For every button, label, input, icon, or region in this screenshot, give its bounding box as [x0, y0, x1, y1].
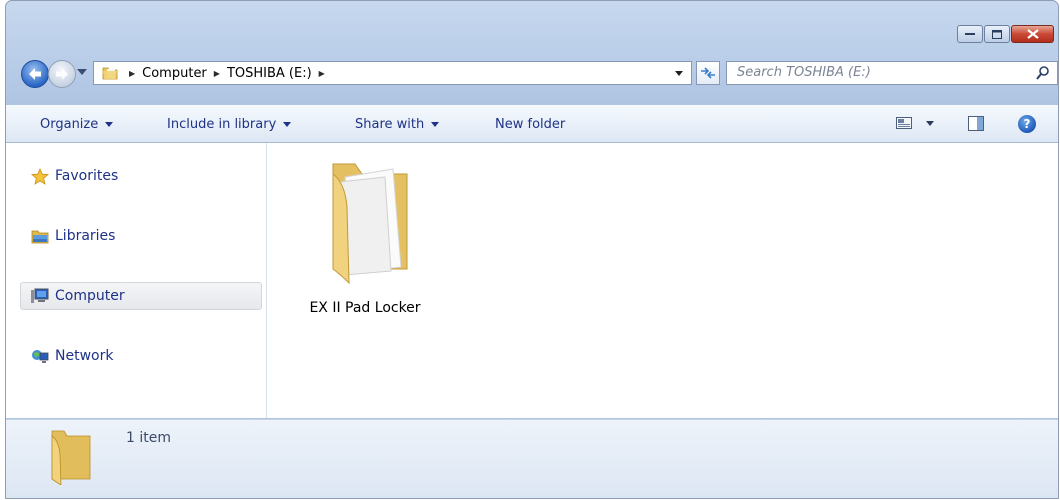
- folder-icon: [51, 430, 91, 485]
- back-arrow-icon: [29, 68, 41, 80]
- close-icon: [1026, 29, 1039, 39]
- include-in-library-label: Include in library: [167, 117, 277, 132]
- maximize-button[interactable]: [984, 25, 1010, 43]
- caption-buttons: [956, 25, 1054, 43]
- breadcrumb-separator-icon[interactable]: ▶: [214, 69, 220, 78]
- search-icon[interactable]: [1035, 65, 1051, 81]
- refresh-button[interactable]: [696, 61, 720, 85]
- new-folder-button[interactable]: New folder: [495, 117, 565, 132]
- view-icon: [896, 117, 912, 129]
- network-icon: [32, 350, 49, 363]
- nav-label-favorites: Favorites: [55, 168, 119, 184]
- search-placeholder: Search TOSHIBA (E:): [737, 65, 871, 80]
- nav-label-network: Network: [55, 348, 114, 364]
- share-with-label: Share with: [355, 117, 425, 132]
- nav-item-favorites[interactable]: Favorites: [20, 162, 262, 190]
- libraries-icon: [31, 230, 49, 244]
- share-with-button[interactable]: Share with: [355, 117, 440, 132]
- preview-pane-icon: [968, 116, 984, 131]
- chevron-down-icon: [283, 122, 292, 127]
- help-icon: ?: [1023, 117, 1031, 131]
- nav-label-libraries: Libraries: [55, 228, 116, 244]
- nav-label-computer: Computer: [55, 288, 125, 304]
- breadcrumb-drive[interactable]: TOSHIBA (E:): [227, 66, 312, 81]
- breadcrumb-separator-icon[interactable]: ▶: [129, 69, 135, 78]
- organize-label: Organize: [40, 117, 99, 132]
- minimize-button[interactable]: [957, 25, 983, 43]
- breadcrumb-separator-icon[interactable]: ▶: [319, 69, 325, 78]
- navigation-pane: Favorites Libraries Computer Network: [6, 143, 267, 418]
- minimize-icon: [965, 33, 975, 35]
- folder-icon: [332, 163, 408, 285]
- star-icon: [31, 167, 49, 185]
- change-view-button[interactable]: [896, 117, 934, 129]
- chevron-down-icon: [431, 122, 440, 127]
- breadcrumb-computer[interactable]: Computer: [142, 66, 207, 81]
- forward-arrow-icon: [56, 68, 68, 80]
- maximize-icon: [992, 29, 1002, 39]
- details-pane: 1 item: [6, 419, 1058, 498]
- folder-icon: [102, 67, 118, 80]
- nav-item-network[interactable]: Network: [20, 342, 262, 370]
- chevron-down-icon: [926, 120, 934, 126]
- computer-icon: [31, 288, 49, 303]
- refresh-icon: [701, 67, 715, 79]
- address-bar[interactable]: ▶ Computer ▶ TOSHIBA (E:) ▶: [93, 61, 692, 85]
- help-button[interactable]: ?: [1018, 115, 1036, 133]
- folder-label: EX II Pad Locker: [309, 300, 421, 316]
- file-list: EX II Pad Locker: [267, 143, 1058, 418]
- nav-item-libraries[interactable]: Libraries: [20, 222, 262, 250]
- organize-button[interactable]: Organize: [40, 117, 114, 132]
- back-button[interactable]: [21, 60, 49, 88]
- folder-item[interactable]: EX II Pad Locker: [295, 157, 435, 316]
- include-in-library-button[interactable]: Include in library: [167, 117, 292, 132]
- recent-pages-dropdown[interactable]: [77, 69, 87, 75]
- new-folder-label: New folder: [495, 117, 566, 132]
- chevron-down-icon: [105, 122, 114, 127]
- search-input[interactable]: Search TOSHIBA (E:): [726, 61, 1058, 85]
- nav-item-computer[interactable]: Computer: [20, 282, 262, 310]
- explorer-window: ▶ Computer ▶ TOSHIBA (E:) ▶ Search TOSHI…: [5, 0, 1059, 499]
- preview-pane-button[interactable]: [968, 116, 984, 135]
- address-dropdown-icon[interactable]: [675, 71, 683, 76]
- item-count: 1 item: [126, 430, 171, 446]
- close-button[interactable]: [1011, 25, 1054, 43]
- address-row: ▶ Computer ▶ TOSHIBA (E:) ▶ Search TOSHI…: [14, 58, 1058, 88]
- command-bar: Organize Include in library Share with N…: [6, 105, 1058, 143]
- forward-button[interactable]: [48, 60, 76, 88]
